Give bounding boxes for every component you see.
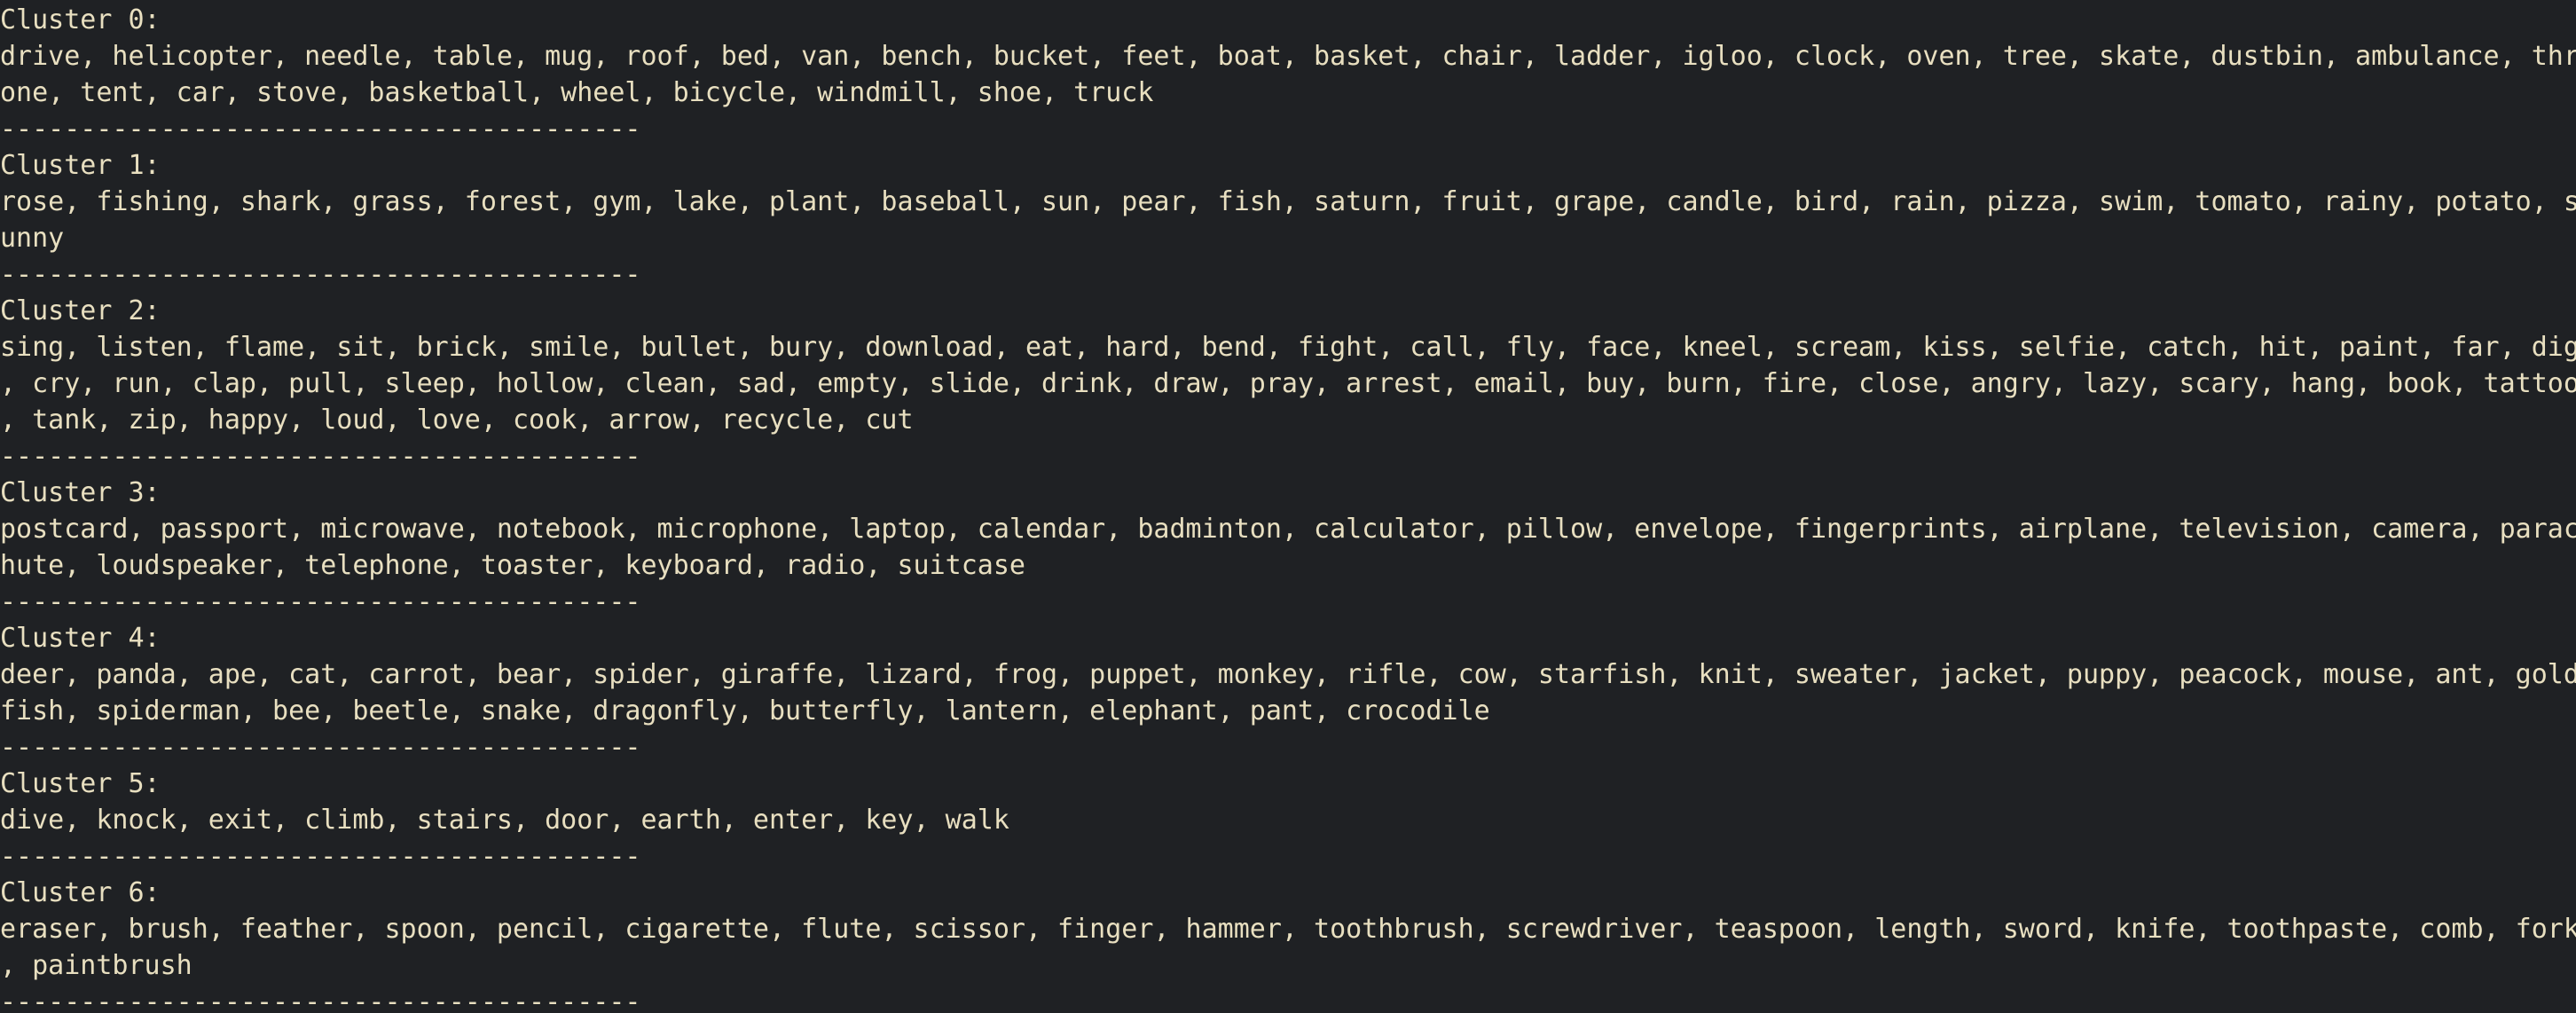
cluster-0-heading: Cluster 0:	[0, 4, 161, 35]
separator-line: ----------------------------------------	[0, 259, 641, 290]
cluster-0-words-line: drive, helicopter, needle, table, mug, r…	[0, 41, 2576, 72]
cluster-0-words-line: one, tent, car, stove, basketball, wheel…	[0, 77, 1154, 108]
separator-line: ----------------------------------------	[0, 441, 641, 472]
cluster-2-words-line: , tank, zip, happy, loud, love, cook, ar…	[0, 404, 914, 436]
cluster-3-heading: Cluster 3:	[0, 477, 161, 508]
cluster-4-words-line: fish, spiderman, bee, beetle, snake, dra…	[0, 695, 1490, 726]
terminal-output: Cluster 0: drive, helicopter, needle, ta…	[0, 0, 2576, 1013]
cluster-2-heading: Cluster 2:	[0, 295, 161, 326]
cluster-5-words-line: dive, knock, exit, climb, stairs, door, …	[0, 805, 1009, 836]
cluster-3-words-line: hute, loudspeaker, telephone, toaster, k…	[0, 550, 1025, 581]
separator-line: ----------------------------------------	[0, 586, 641, 617]
cluster-3-words-line: postcard, passport, microwave, notebook,…	[0, 514, 2576, 545]
cluster-2-words-line: sing, listen, flame, sit, brick, smile, …	[0, 332, 2576, 363]
separator-line: ----------------------------------------	[0, 841, 641, 872]
cluster-6-words-line: eraser, brush, feather, spoon, pencil, c…	[0, 914, 2576, 945]
cluster-6-words-line: , paintbrush	[0, 950, 192, 981]
separator-line: ----------------------------------------	[0, 732, 641, 763]
cluster-1-words-line: unny	[0, 223, 65, 254]
cluster-4-heading: Cluster 4:	[0, 623, 161, 654]
cluster-6-heading: Cluster 6:	[0, 877, 161, 908]
cluster-1-words-line: rose, fishing, shark, grass, forest, gym…	[0, 186, 2576, 217]
cluster-2-words-line: , cry, run, clap, pull, sleep, hollow, c…	[0, 368, 2576, 399]
separator-line: ----------------------------------------	[0, 986, 641, 1013]
cluster-4-words-line: deer, panda, ape, cat, carrot, bear, spi…	[0, 659, 2576, 690]
separator-line: ----------------------------------------	[0, 114, 641, 145]
cluster-1-heading: Cluster 1:	[0, 150, 161, 181]
cluster-5-heading: Cluster 5:	[0, 768, 161, 799]
